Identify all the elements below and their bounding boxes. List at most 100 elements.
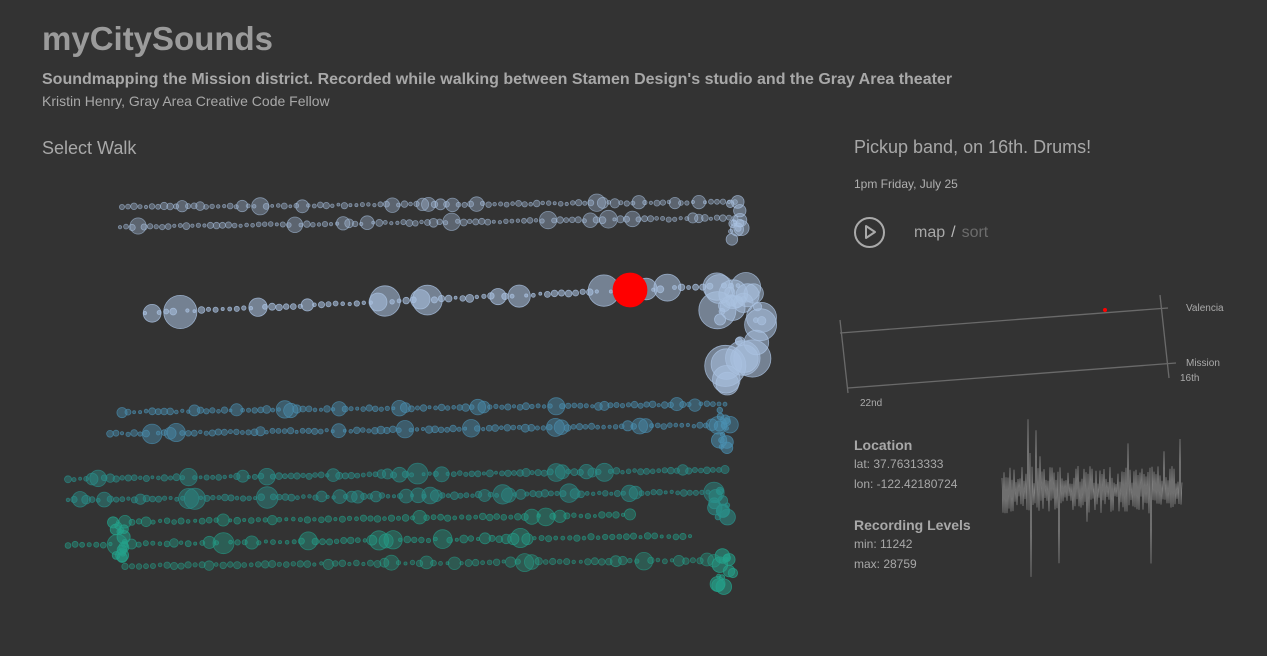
walk-sample-dot	[113, 496, 120, 503]
walk-sample-dot	[456, 426, 462, 432]
walk-sample-dot	[607, 424, 612, 429]
play-icon	[865, 225, 876, 239]
walk-sample-dot	[360, 472, 366, 478]
walk-sample-dot	[333, 538, 340, 544]
walk-sample-dot	[602, 490, 609, 497]
walk-sample-dot	[691, 466, 698, 473]
walk-sample-dot	[504, 469, 512, 477]
walk-sample-dot	[324, 515, 332, 523]
walk-sample-dot	[119, 549, 127, 557]
walk-sample-dot	[616, 215, 625, 224]
walk-sample-dot	[563, 558, 571, 566]
walk-sample-dot	[215, 204, 221, 209]
map-view-link[interactable]: map	[914, 224, 945, 241]
walk-sample-dot	[659, 199, 667, 206]
walk-sample-dot	[499, 404, 505, 410]
walk-sample-dot	[154, 408, 162, 416]
walk-sample-dot	[209, 203, 215, 210]
walk-sample-dot	[213, 562, 219, 567]
walk-sample-dot	[283, 303, 290, 310]
play-button[interactable]	[854, 217, 885, 248]
walk-sample-dot	[698, 467, 704, 474]
walk-sample-dot	[492, 201, 497, 207]
walk-sample-dot	[573, 534, 581, 542]
walk-sample-dot	[564, 201, 569, 207]
walk-sample-dot	[716, 401, 722, 407]
walk-sample-dot	[248, 562, 254, 568]
walk-sample-dot	[348, 406, 354, 412]
walk-sample-dot	[347, 561, 352, 567]
walk-sample-dot	[130, 202, 138, 210]
walk-sample-dot	[630, 400, 639, 409]
walk-sample-dot	[251, 407, 258, 414]
walk-sample-dot	[142, 540, 149, 547]
walk-sample-dot	[627, 557, 633, 564]
walk-sample-dot	[718, 436, 725, 444]
walk-sample-dot	[718, 307, 726, 315]
walk-sample-dot	[124, 474, 132, 482]
walk-sample-dot	[578, 513, 584, 519]
walk-sample-dot	[642, 199, 648, 206]
walk-sample-dot	[459, 218, 468, 227]
walk-sample-dot	[511, 404, 517, 409]
walk-sample-dot	[286, 427, 295, 435]
walk-sample-dot	[275, 203, 281, 208]
walk-sample-dot	[227, 306, 233, 312]
walk-sample-dot	[270, 407, 276, 413]
walk-sample-dot	[503, 201, 510, 208]
walk-sample-dot	[669, 558, 675, 563]
walk-sample-dot	[459, 561, 464, 566]
walk-sample-dot	[155, 495, 163, 503]
walk-sample-dot	[453, 295, 458, 300]
walk-sample-dot	[591, 491, 596, 496]
walk-sample-dot	[248, 517, 255, 524]
walk-sample-dot	[198, 429, 203, 435]
walk-sample-dot	[288, 204, 293, 209]
walk-sample-dot	[348, 428, 354, 434]
walk-sample-dot	[149, 495, 156, 503]
walk-sample-dot	[527, 423, 536, 432]
walk-sample-dot	[298, 222, 304, 228]
walk-sample-dot	[365, 404, 373, 412]
walk-sample-dot	[395, 560, 402, 566]
walk-sample-dot	[203, 494, 211, 502]
walk-sample-dot	[359, 514, 368, 522]
walk-sample-dot	[378, 406, 384, 412]
walk-sample-dot	[315, 490, 328, 503]
walk-sample-dot	[461, 201, 468, 208]
walk-sample-dot	[414, 427, 420, 432]
walk-sample-dot	[698, 401, 704, 407]
walk-sample-dot	[296, 560, 304, 568]
walk-sample-dot	[470, 493, 475, 498]
walk-sample-dot	[300, 298, 314, 312]
walk-sample-dot	[533, 218, 539, 223]
walk-sample-dot	[227, 429, 233, 435]
walk-sample-dot	[484, 218, 492, 226]
walk-sample-dot	[312, 302, 317, 308]
walk-sample-dot	[209, 407, 216, 414]
walk-sample-dot	[157, 562, 163, 568]
22nd-label: 22nd	[860, 398, 882, 409]
walk-sample-dot	[501, 559, 506, 564]
walk-sample-dot	[609, 198, 620, 209]
walk-sample-dot	[718, 279, 748, 310]
walk-sample-dot	[140, 516, 152, 528]
walk-sample-dot	[216, 513, 230, 527]
walk-sample-dot	[607, 468, 614, 474]
walk-sample-dot	[587, 533, 595, 541]
walk-sample-dot	[544, 290, 551, 298]
walk-sample-dot	[472, 218, 480, 226]
walk-sample-dot	[479, 200, 486, 206]
walk-sample-dot	[280, 202, 288, 210]
sort-view-link[interactable]: sort	[962, 224, 989, 241]
walk-sample-dot	[486, 513, 494, 522]
walk-sample-dot	[138, 475, 143, 480]
walk-sample-dot	[651, 532, 659, 540]
walk-sample-dot	[226, 561, 234, 568]
walks-visualization[interactable]	[0, 0, 800, 600]
walk-sample-dot	[346, 515, 353, 522]
walk-sample-dot	[373, 515, 382, 523]
walk-sample-dot	[715, 578, 733, 595]
walk-sample-dot	[445, 493, 451, 499]
walk-sample-dot	[515, 218, 521, 223]
